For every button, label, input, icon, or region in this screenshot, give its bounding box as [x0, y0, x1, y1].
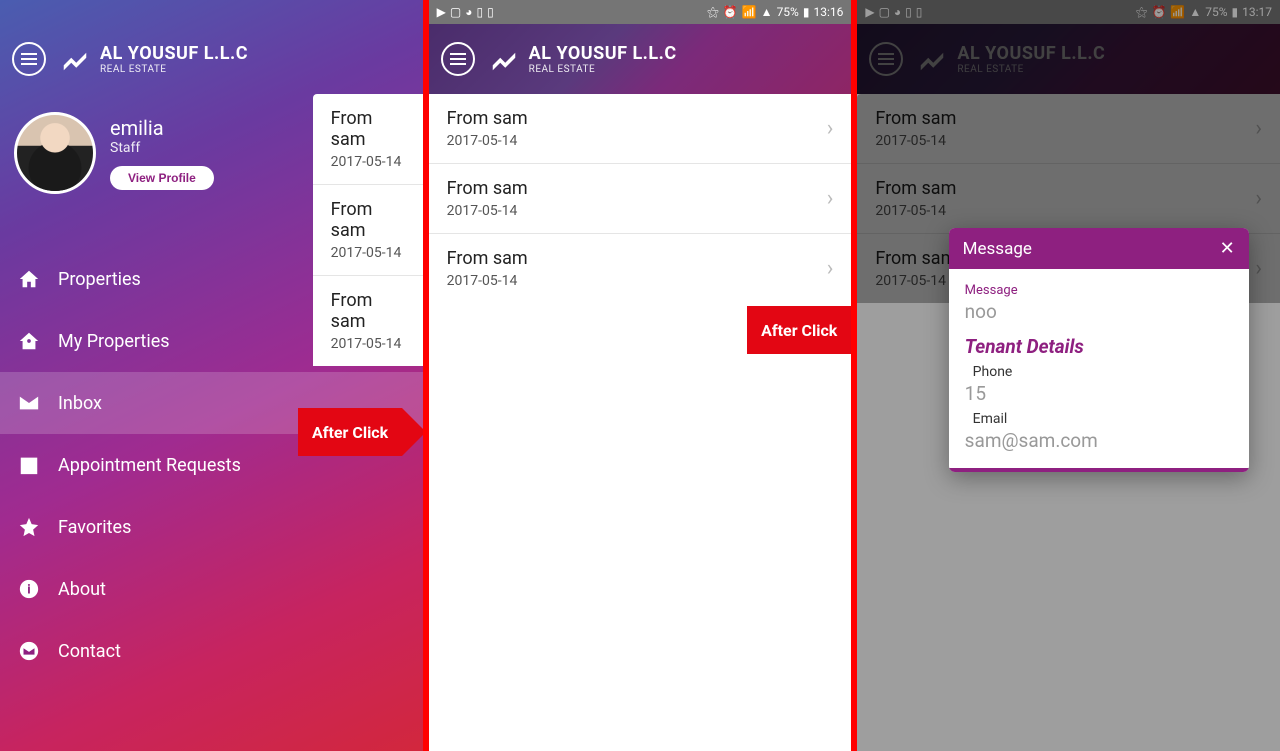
- battery-small-icon: ▯: [487, 5, 494, 19]
- hamburger-button[interactable]: [441, 42, 475, 76]
- phone-label: Phone: [973, 364, 1233, 380]
- profile-block: emilia Staff View Profile: [0, 94, 423, 218]
- message-row[interactable]: From sam 2017-05-14 ›: [429, 234, 852, 303]
- mail-circle-icon: [18, 640, 40, 662]
- info-icon: i: [18, 578, 40, 600]
- menu-label: Properties: [58, 269, 141, 290]
- star-icon: [18, 516, 40, 538]
- app-bar: AL YOUSUF L.L.C REAL ESTATE: [429, 24, 852, 94]
- modal-accent-bar: [949, 468, 1249, 472]
- sim-icon: ▯: [477, 5, 484, 19]
- email-value: sam@sam.com: [965, 429, 1233, 452]
- close-icon[interactable]: ✕: [1220, 238, 1235, 259]
- message-date: 2017-05-14: [447, 203, 528, 219]
- menu-label: Contact: [58, 641, 121, 662]
- brand-title: AL YOUSUF L.L.C: [100, 43, 248, 64]
- bluetooth-icon: ⚝: [707, 5, 719, 20]
- status-bar: ▶ ▢ ◕ ▯ ▯ ⚝ ⏰ 📶 ▲ 75% ▮ 13:16: [429, 0, 852, 24]
- app-bar: AL YOUSUF L.L.C REAL ESTATE: [0, 24, 423, 94]
- alarm-icon: ⏰: [723, 5, 738, 19]
- signal-icon: ▲: [761, 5, 773, 19]
- drawer-menu: Properties My Properties Inbox Appointme…: [0, 248, 423, 682]
- logo-icon: [60, 44, 90, 74]
- mail-icon: [18, 392, 40, 414]
- menu-label: Favorites: [58, 517, 131, 538]
- brand-subtitle: REAL ESTATE: [529, 64, 677, 75]
- menu-item-favorites[interactable]: Favorites: [0, 496, 423, 558]
- menu-item-about[interactable]: i About: [0, 558, 423, 620]
- message-date: 2017-05-14: [447, 133, 528, 149]
- phone-value: 15: [965, 382, 1233, 405]
- menu-label: Appointment Requests: [58, 455, 241, 476]
- email-label: Email: [973, 411, 1233, 427]
- home-user-icon: [18, 330, 40, 352]
- avatar[interactable]: [14, 112, 96, 194]
- after-click-annotation: After Click: [747, 306, 851, 354]
- menu-item-properties[interactable]: Properties: [0, 248, 423, 310]
- menu-item-my-properties[interactable]: My Properties: [0, 310, 423, 372]
- message-row[interactable]: From sam 2017-05-14 ›: [429, 94, 852, 164]
- message-from: From sam: [447, 248, 528, 269]
- profile-name: emilia: [110, 116, 214, 140]
- message-date: 2017-05-14: [447, 273, 528, 289]
- chevron-right-icon: ›: [827, 116, 834, 141]
- image-icon: ▢: [450, 5, 461, 19]
- svg-text:i: i: [27, 583, 30, 598]
- chevron-right-icon: ›: [827, 256, 834, 281]
- play-icon: ▶: [437, 5, 446, 19]
- brand-title: AL YOUSUF L.L.C: [529, 43, 677, 64]
- tenant-details-heading: Tenant Details: [965, 335, 1233, 358]
- menu-item-contact[interactable]: Contact: [0, 620, 423, 682]
- menu-label: About: [58, 579, 106, 600]
- message-modal: Message ✕ Message noo Tenant Details Pho…: [949, 228, 1249, 472]
- message-from: From sam: [447, 178, 528, 199]
- circle-icon: ◕: [465, 5, 472, 19]
- inbox-list: From sam 2017-05-14 › From sam 2017-05-1…: [429, 94, 852, 303]
- modal-header: Message ✕: [949, 228, 1249, 269]
- chevron-right-icon: ›: [827, 186, 834, 211]
- wifi-icon: 📶: [742, 5, 757, 19]
- message-from: From sam: [447, 108, 528, 129]
- profile-role: Staff: [110, 140, 214, 156]
- view-profile-button[interactable]: View Profile: [110, 166, 214, 190]
- after-click-annotation: After Click: [298, 408, 402, 456]
- battery-text: 75%: [777, 5, 799, 19]
- logo-icon: [489, 44, 519, 74]
- battery-icon: ▮: [803, 5, 810, 19]
- menu-label: My Properties: [58, 331, 170, 352]
- home-icon: [18, 268, 40, 290]
- modal-message-value: noo: [965, 300, 1233, 323]
- brand-subtitle: REAL ESTATE: [100, 64, 248, 75]
- menu-label: Inbox: [58, 393, 102, 414]
- calendar-icon: [18, 454, 40, 476]
- message-row[interactable]: From sam 2017-05-14 ›: [429, 164, 852, 234]
- modal-message-label: Message: [965, 283, 1233, 298]
- hamburger-button[interactable]: [12, 42, 46, 76]
- modal-title: Message: [963, 239, 1032, 259]
- clock: 13:16: [813, 5, 843, 19]
